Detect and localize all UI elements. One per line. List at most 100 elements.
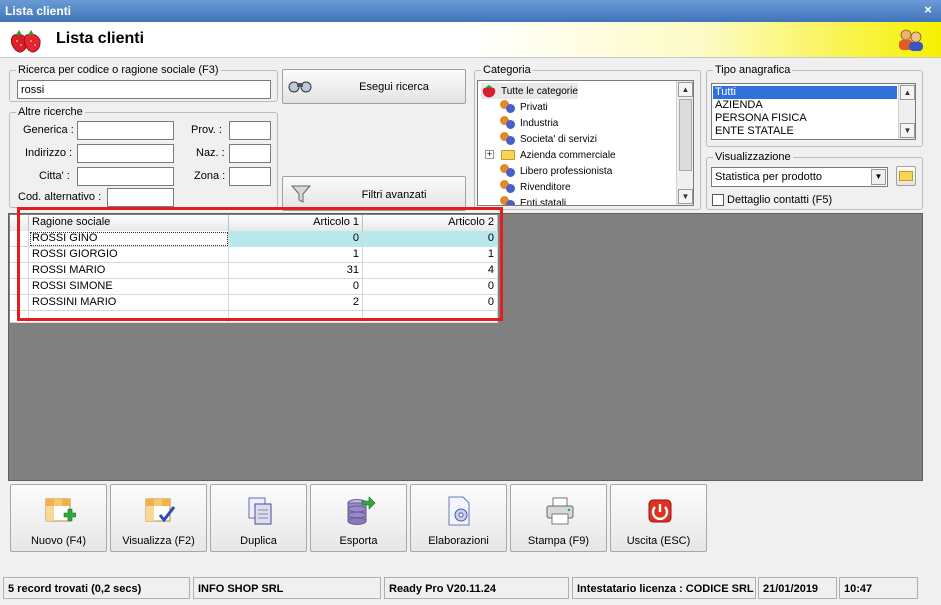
indirizzo-label: Indirizzo : <box>25 147 73 159</box>
strawberry-icon <box>10 30 41 53</box>
citta-input[interactable] <box>77 167 174 186</box>
category-label: Libero professionista <box>520 165 613 177</box>
power-icon <box>648 499 672 523</box>
citta-label: Citta' : <box>39 170 70 182</box>
tipo-item[interactable]: PERSONA FISICA <box>713 112 897 125</box>
open-folder-button[interactable] <box>896 166 916 186</box>
category-item[interactable]: Privati <box>500 99 548 115</box>
categoria-group: Categoria Tutte le categorie Privati Ind… <box>474 64 701 210</box>
tipo-legend: Tipo anagrafica <box>713 64 793 76</box>
funnel-icon <box>291 185 311 203</box>
stampa-button[interactable]: Stampa (F9) <box>510 484 607 552</box>
status-time: 10:47 <box>839 577 918 599</box>
cod-alt-input[interactable] <box>107 188 174 207</box>
prov-input[interactable] <box>229 121 271 140</box>
uscita-button[interactable]: Uscita (ESC) <box>610 484 707 552</box>
elaborazioni-button[interactable]: Elaborazioni <box>410 484 507 552</box>
new-grid-icon <box>45 498 76 522</box>
tipo-item[interactable]: Tutti <box>713 86 897 99</box>
prov-label: Prov. : <box>191 124 222 136</box>
highlight-box <box>17 207 503 321</box>
zona-input[interactable] <box>229 167 271 186</box>
status-company: INFO SHOP SRL <box>193 577 381 599</box>
people-icon <box>500 100 516 114</box>
visualizzazione-value: Statistica per prodotto <box>715 171 823 183</box>
scroll-down-icon[interactable]: ▼ <box>678 189 693 204</box>
visualizzazione-select[interactable]: Statistica per prodotto ▼ <box>711 167 888 187</box>
tipo-group: Tipo anagrafica Tutti AZIENDA PERSONA FI… <box>706 64 923 147</box>
expand-icon[interactable]: + <box>485 150 494 159</box>
window-title: Lista clienti <box>5 4 72 18</box>
stampa-label: Stampa (F9) <box>527 535 590 547</box>
category-label: Privati <box>520 101 548 113</box>
duplicate-icon <box>248 497 272 525</box>
scroll-down-icon[interactable]: ▼ <box>900 123 915 138</box>
category-item[interactable]: Tutte le categorie <box>481 83 578 99</box>
visualizzazione-group: Visualizzazione Statistica per prodotto … <box>706 151 923 210</box>
close-icon[interactable]: × <box>921 3 935 17</box>
category-label: Societa' di servizi <box>520 133 597 145</box>
duplica-button[interactable]: Duplica <box>210 484 307 552</box>
category-label: Azienda commerciale <box>520 149 616 161</box>
scroll-up-icon[interactable]: ▲ <box>900 85 915 100</box>
indirizzo-input[interactable] <box>77 144 174 163</box>
cod-alt-label: Cod. alternativo : <box>18 191 102 203</box>
people-icon <box>500 164 516 178</box>
duplica-label: Duplica <box>240 535 277 547</box>
scroll-thumb[interactable] <box>679 99 692 171</box>
categoria-tree[interactable]: Tutte le categorie Privati Industria Soc… <box>477 80 694 206</box>
users-icon[interactable] <box>897 28 925 52</box>
esporta-label: Esporta <box>339 535 378 547</box>
generica-input[interactable] <box>77 121 174 140</box>
search-button[interactable]: Esegui ricerca <box>282 69 466 104</box>
search-button-label: Esegui ricerca <box>359 81 429 93</box>
category-label: Industria <box>520 117 559 129</box>
category-item[interactable]: Industria <box>500 115 558 131</box>
window-title-bar: Lista clienti <box>0 0 941 22</box>
category-label: Enti statali <box>520 197 567 206</box>
folder-icon <box>899 171 913 181</box>
category-item[interactable]: Libero professionista <box>500 163 612 179</box>
printer-icon <box>546 497 574 525</box>
status-license: Intestatario licenza : CODICE SRL <box>572 577 756 599</box>
people-icon <box>500 116 516 130</box>
dettaglio-checkbox[interactable] <box>712 194 724 206</box>
processing-icon <box>448 496 470 526</box>
tipo-item[interactable]: AZIENDA <box>713 99 897 112</box>
chevron-down-icon[interactable]: ▼ <box>871 169 886 185</box>
folder-icon <box>500 148 516 162</box>
category-item[interactable]: Enti statali <box>500 195 567 206</box>
export-database-icon <box>347 496 376 525</box>
tipo-item[interactable]: ENTE STATALE <box>713 125 897 138</box>
generica-label: Generica : <box>23 124 74 136</box>
naz-input[interactable] <box>229 144 271 163</box>
dettaglio-label: Dettaglio contatti (F5) <box>727 194 833 206</box>
binoculars-icon <box>288 81 312 93</box>
scroll-up-icon[interactable]: ▲ <box>678 82 693 97</box>
category-item[interactable]: Rivenditore <box>500 179 571 195</box>
strawberry-icon <box>482 85 496 98</box>
tipo-scrollbar[interactable]: ▲ ▼ <box>898 84 915 139</box>
category-item[interactable]: Societa' di servizi <box>500 131 597 147</box>
view-grid-icon <box>145 498 176 523</box>
page-title: Lista clienti <box>56 30 145 47</box>
other-search-group: Altre ricerche Generica : Indirizzo : Ci… <box>9 106 278 208</box>
tipo-list[interactable]: Tutti AZIENDA PERSONA FISICA ENTE STATAL… <box>711 83 916 140</box>
advanced-filters-button[interactable]: Filtri avanzati <box>282 176 466 211</box>
category-item[interactable]: Azienda commerciale <box>500 147 616 163</box>
visualizza-button[interactable]: Visualizza (F2) <box>110 484 207 552</box>
category-label: Rivenditore <box>520 181 571 193</box>
esporta-button[interactable]: Esporta <box>310 484 407 552</box>
search-input[interactable] <box>17 80 271 99</box>
search-group: Ricerca per codice o ragione sociale (F3… <box>9 64 278 102</box>
filters-button-label: Filtri avanzati <box>361 189 427 201</box>
people-icon <box>500 196 516 205</box>
categoria-legend: Categoria <box>481 64 533 76</box>
nuovo-button[interactable]: Nuovo (F4) <box>10 484 107 552</box>
status-records: 5 record trovati (0,2 secs) <box>3 577 190 599</box>
categoria-scrollbar[interactable]: ▲ ▼ <box>676 81 693 205</box>
visualizza-label: Visualizza (F2) <box>122 535 195 547</box>
naz-label: Naz. : <box>196 147 225 159</box>
other-search-legend: Altre ricerche <box>16 106 85 118</box>
uscita-label: Uscita (ESC) <box>626 535 691 547</box>
